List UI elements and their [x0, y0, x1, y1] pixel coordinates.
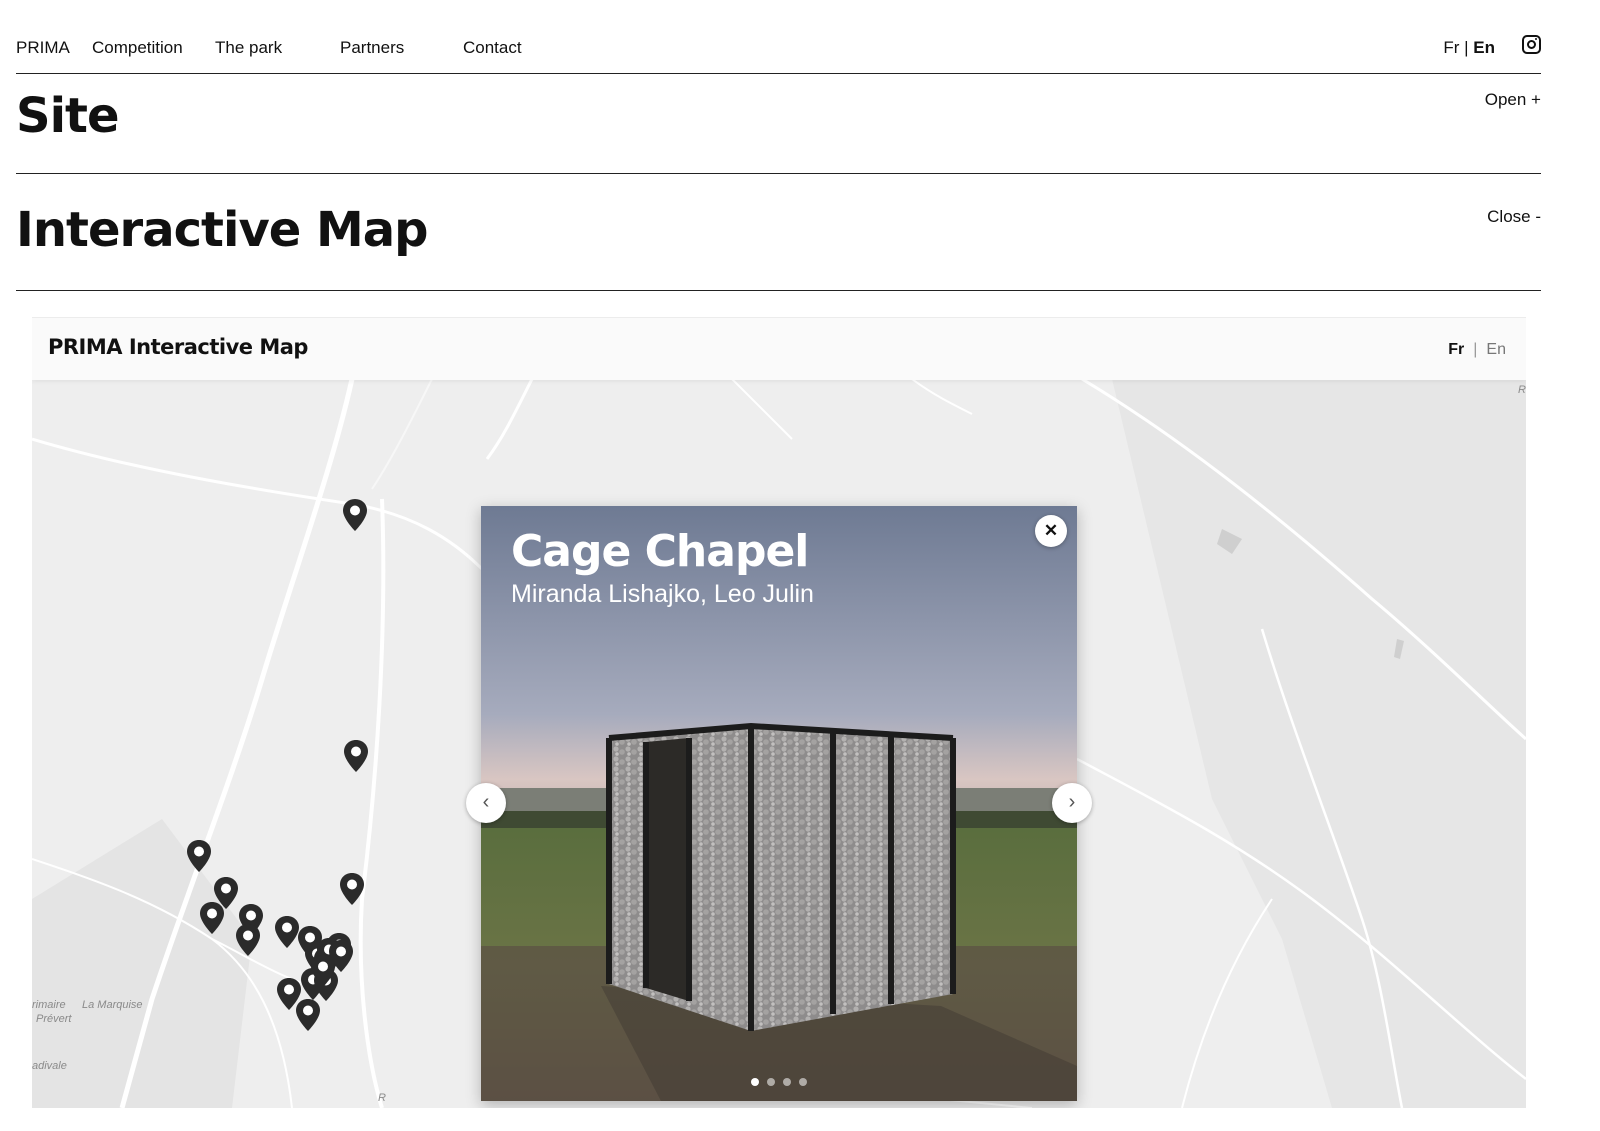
language-switcher: Fr | En [1443, 38, 1495, 58]
map-pin-icon[interactable] [235, 923, 261, 957]
close-icon[interactable]: ✕ [1035, 515, 1067, 547]
map-pin-icon[interactable] [339, 872, 365, 906]
map-pin-icon[interactable] [199, 901, 225, 935]
map-pin-icon[interactable] [310, 954, 336, 988]
nav-item-partners[interactable]: Partners [340, 38, 404, 58]
nav-item-the-park[interactable]: The park [215, 38, 282, 58]
map-lang-en-link[interactable]: En [1486, 341, 1506, 358]
instagram-icon[interactable] [1522, 35, 1541, 54]
map-widget: PRIMA Interactive Map Fr | En rimaire Pr… [32, 317, 1526, 1108]
top-navigation: PRIMA Competition The park Partners Cont… [16, 0, 1541, 74]
lang-en-link[interactable]: En [1473, 38, 1495, 57]
map-header: PRIMA Interactive Map Fr | En [32, 317, 1526, 380]
map-road-label: R [1518, 384, 1526, 396]
lang-fr-link[interactable]: Fr [1443, 38, 1459, 57]
map-pin-icon[interactable] [342, 498, 368, 532]
map-pin-icon[interactable] [295, 998, 321, 1032]
map-place-label: rimaire [32, 999, 66, 1011]
map-lang-fr-link[interactable]: Fr [1448, 341, 1464, 358]
map-place-label: Prévert [36, 1013, 72, 1025]
chevron-left-icon[interactable]: ‹ [466, 783, 506, 823]
map-canvas[interactable]: rimaire Prévert La Marquise adivale R R [32, 379, 1526, 1108]
map-road-label: R [378, 1092, 386, 1104]
map-place-label: adivale [32, 1060, 67, 1072]
popup-subtitle: Miranda Lishajko, Leo Julin [511, 580, 814, 608]
map-lang-separator: | [1473, 341, 1478, 358]
nav-item-contact[interactable]: Contact [463, 38, 522, 58]
map-pin-icon[interactable] [186, 839, 212, 873]
close-toggle-button[interactable]: Close - [1487, 207, 1541, 227]
map-pin-icon[interactable] [343, 739, 369, 773]
open-toggle-button[interactable]: Open + [1485, 90, 1541, 110]
carousel-dot[interactable] [783, 1078, 791, 1086]
section-title-site: Site [16, 88, 120, 144]
project-popup: Cage Chapel Miranda Lishajko, Leo Julin … [481, 506, 1077, 1101]
lang-separator: | [1464, 38, 1469, 57]
popup-title: Cage Chapel [511, 526, 809, 577]
chevron-right-icon[interactable]: › [1052, 783, 1092, 823]
interactive-map-section: Interactive Map Close - [16, 174, 1541, 291]
carousel-dots [481, 1078, 1077, 1086]
carousel-dot[interactable] [767, 1078, 775, 1086]
map-place-label: La Marquise [82, 999, 143, 1011]
section-title-interactive-map: Interactive Map [16, 202, 429, 258]
carousel-dot[interactable] [751, 1078, 759, 1086]
map-language-switcher: Fr | En [1448, 341, 1506, 359]
site-section: Site Open + [16, 74, 1541, 174]
brand-link[interactable]: PRIMA [16, 38, 70, 58]
map-widget-title: PRIMA Interactive Map [48, 335, 308, 359]
nav-item-competition[interactable]: Competition [92, 38, 183, 58]
carousel-dot[interactable] [799, 1078, 807, 1086]
